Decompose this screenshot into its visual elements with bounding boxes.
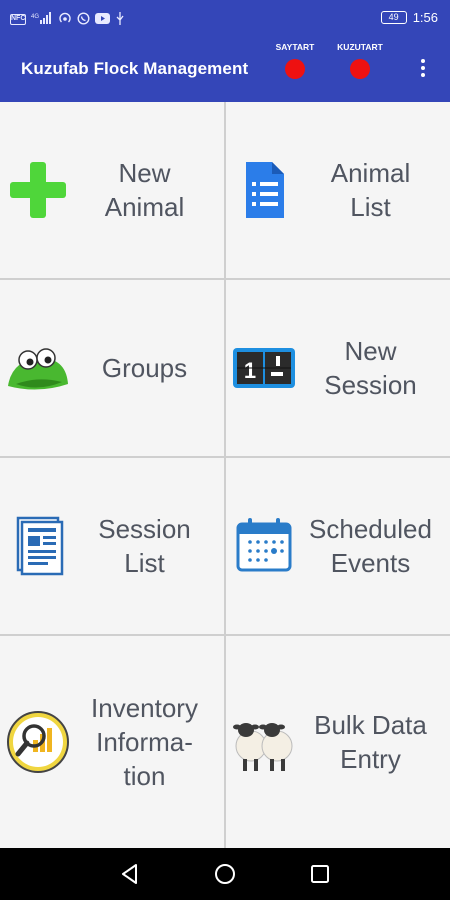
app-title: Kuzufab Flock Management [21, 59, 249, 78]
sheep-icon [233, 723, 293, 771]
scheduled-events-label: Scheduled Events [309, 514, 432, 578]
counter-icon: 1 [233, 348, 295, 388]
animal-list-label: Animal List [330, 158, 411, 222]
saytart-status-dot [285, 59, 305, 79]
animal-list-tile[interactable]: Animal List [226, 102, 450, 278]
frog-eyes-icon [8, 348, 68, 390]
recent-apps-icon[interactable] [308, 862, 332, 886]
scheduled-events-tile[interactable]: Scheduled Events [226, 458, 450, 634]
whatsapp-icon [77, 11, 90, 28]
bulk-data-entry-tile[interactable]: Bulk Data Entry [226, 636, 450, 848]
saytart-label: SAYTART [275, 42, 315, 52]
saytart-indicator[interactable]: SAYTART [265, 42, 325, 79]
usb-icon [115, 11, 125, 28]
nfc-icon: NFC [10, 14, 26, 25]
new-animal-label: New Animal [104, 158, 185, 222]
battery-icon: 49 [380, 11, 407, 24]
new-session-label: New Session [324, 336, 417, 400]
youtube-icon [95, 12, 110, 27]
status-time: 1:56 [412, 10, 438, 25]
overflow-menu-icon[interactable] [414, 58, 432, 82]
session-list-label: Session List [98, 514, 191, 578]
status-icons-left: NFC 4G [10, 11, 125, 28]
system-nav-bar [0, 848, 450, 900]
status-icons-right: 49 1:56 [380, 10, 438, 25]
svg-text:1: 1 [244, 358, 256, 383]
document-list-icon [246, 162, 284, 218]
kuzutart-indicator[interactable]: KUZUTART [330, 42, 390, 79]
kuzutart-label: KUZUTART [337, 42, 383, 52]
app-bar: Kuzufab Flock Management SAYTART KUZUTAR… [0, 36, 450, 102]
bulk-data-entry-label: Bulk Data Entry [314, 710, 427, 774]
newspaper-icon [16, 516, 64, 576]
plus-icon [10, 162, 66, 218]
session-list-tile[interactable]: Session List [0, 458, 224, 634]
inventory-information-tile[interactable]: Inventory Informa- tion [0, 636, 224, 848]
new-session-tile[interactable]: 1 New Session [226, 280, 450, 456]
kuzutart-status-dot [350, 59, 370, 79]
calendar-icon [236, 518, 292, 572]
home-icon[interactable] [213, 862, 237, 886]
inventory-information-label: Inventory Informa- tion [91, 693, 198, 791]
hotspot-icon [58, 11, 72, 28]
groups-tile[interactable]: Groups [0, 280, 224, 456]
signal-icon: 4G [31, 12, 53, 27]
svg-text:4G: 4G [31, 14, 39, 20]
status-bar: NFC 4G 49 1:56 [0, 0, 450, 36]
new-animal-tile[interactable]: New Animal [0, 102, 224, 278]
magnifier-chart-icon [7, 711, 69, 773]
main-menu-grid: New Animal Animal List Groups 1 New Sess… [0, 102, 450, 848]
groups-label: Groups [101, 353, 188, 383]
back-icon[interactable] [118, 862, 142, 886]
